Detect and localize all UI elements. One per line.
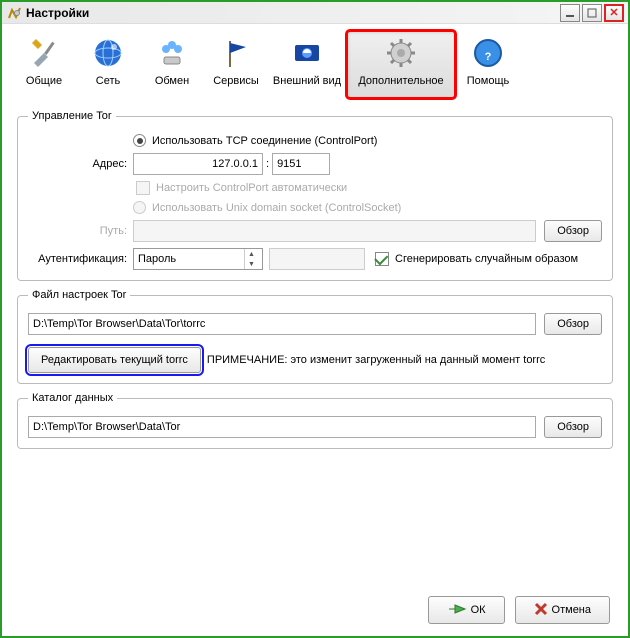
app-icon — [6, 5, 22, 21]
ok-button[interactable]: ОК — [428, 596, 505, 624]
auth-method-select[interactable]: Пароль ▲▼ — [133, 248, 263, 270]
tab-services[interactable]: Сервисы — [204, 30, 268, 99]
tab-sharing[interactable]: Обмен — [140, 30, 204, 99]
browse-socket-button[interactable]: Обзор — [544, 220, 602, 242]
auth-label: Аутентификация: — [28, 253, 133, 265]
ip-port-sep: : — [263, 158, 272, 170]
tab-help[interactable]: ? Помощь — [456, 30, 520, 99]
ip-input[interactable] — [133, 153, 263, 175]
ok-label: ОК — [471, 604, 486, 616]
radio-use-unix — [133, 201, 146, 214]
group-datadir-legend: Каталог данных — [28, 392, 117, 404]
cancel-icon — [534, 602, 548, 619]
tab-advanced-label: Дополнительное — [358, 75, 443, 87]
cancel-button[interactable]: Отмена — [515, 596, 610, 624]
group-torrc: Файл настроек Tor Обзор Редактировать те… — [17, 289, 613, 384]
auto-config-label: Настроить ControlPort автоматически — [156, 182, 347, 194]
radio-use-tcp[interactable] — [133, 134, 146, 147]
tab-network[interactable]: Сеть — [76, 30, 140, 99]
sharing-icon — [156, 37, 188, 69]
tab-general[interactable]: Общие — [12, 30, 76, 99]
globe-icon — [92, 37, 124, 69]
group-torrc-legend: Файл настроек Tor — [28, 289, 130, 301]
minimize-button[interactable] — [560, 4, 580, 22]
group-tor-control: Управление Tor Использовать TCP соединен… — [17, 110, 613, 281]
cancel-label: Отмена — [552, 604, 591, 616]
checkbox-gen-random[interactable] — [375, 252, 389, 266]
group-datadir: Каталог данных Обзор — [17, 392, 613, 449]
tab-services-label: Сервисы — [213, 75, 259, 87]
browse-datadir-button[interactable]: Обзор — [544, 416, 602, 438]
tools-icon — [28, 37, 60, 69]
appearance-icon — [291, 37, 323, 69]
path-label: Путь: — [28, 225, 133, 237]
tab-advanced[interactable]: Дополнительное — [346, 30, 456, 99]
tab-appearance-label: Внешний вид — [273, 75, 341, 87]
window-title: Настройки — [26, 6, 89, 20]
auth-method-value: Пароль — [138, 253, 176, 265]
svg-text:?: ? — [485, 51, 492, 63]
radio-use-unix-label: Использовать Unix domain socket (Control… — [152, 202, 401, 214]
group-tor-control-legend: Управление Tor — [28, 110, 116, 122]
check-arrow-icon — [447, 602, 467, 619]
help-icon: ? — [472, 37, 504, 69]
titlebar: Настройки ✕ — [2, 2, 628, 24]
datadir-path-input[interactable] — [28, 416, 536, 438]
gear-icon — [385, 37, 417, 69]
port-input[interactable] — [272, 153, 330, 175]
socket-path-input — [133, 220, 536, 242]
flag-icon — [220, 37, 252, 69]
maximize-button[interactable] — [582, 4, 602, 22]
gen-random-label: Сгенерировать случайным образом — [395, 253, 578, 265]
edit-torrc-button[interactable]: Редактировать текущий torrc — [28, 347, 201, 373]
tab-help-label: Помощь — [467, 75, 510, 87]
address-label: Адрес: — [28, 158, 133, 170]
checkbox-auto-config — [136, 181, 150, 195]
torrc-path-input[interactable] — [28, 313, 536, 335]
tab-network-label: Сеть — [96, 75, 120, 87]
close-button[interactable]: ✕ — [604, 4, 624, 22]
radio-use-tcp-label: Использовать TCP соединение (ControlPort… — [152, 135, 377, 147]
tab-general-label: Общие — [26, 75, 62, 87]
tab-appearance[interactable]: Внешний вид — [268, 30, 346, 99]
auth-password-input — [269, 248, 365, 270]
browse-torrc-button[interactable]: Обзор — [544, 313, 602, 335]
torrc-note: ПРИМЕЧАНИЕ: это изменит загруженный на д… — [207, 354, 545, 366]
toolbar: Общие Сеть Обмен Сервисы Внешний вид — [2, 24, 628, 99]
tab-sharing-label: Обмен — [155, 75, 189, 87]
